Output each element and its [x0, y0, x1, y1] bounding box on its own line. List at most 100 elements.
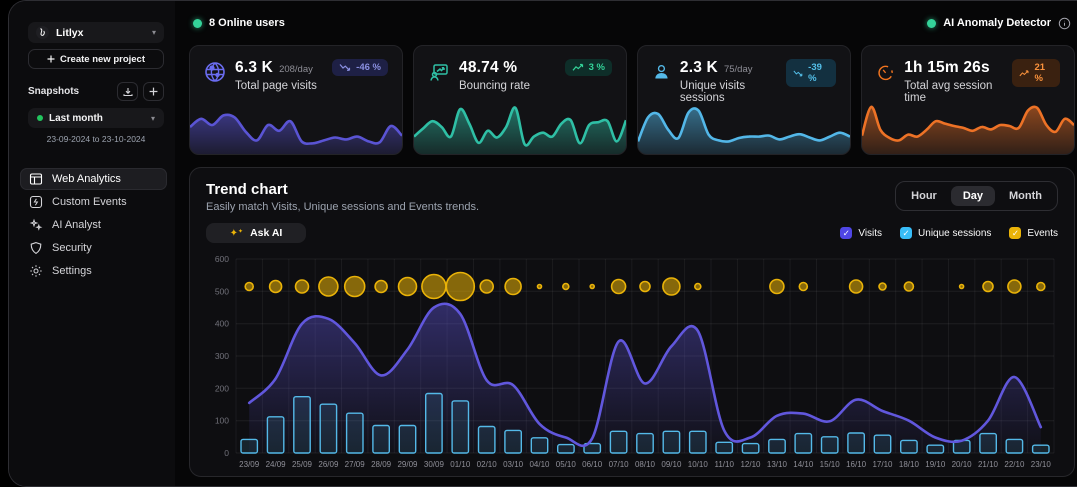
svg-text:25/09: 25/09 [292, 460, 313, 469]
svg-text:23/10: 23/10 [1031, 460, 1052, 469]
svg-text:28/09: 28/09 [371, 460, 392, 469]
plus-icon [149, 87, 158, 96]
app-window: Litlyx ▾ Create new project Snapshots La… [8, 0, 1077, 487]
trend-badge: -46 % [332, 59, 388, 76]
legend-label: Events [1027, 228, 1058, 239]
stat-card-unique-visits[interactable]: 2.3 K 75/day Unique visits sessions -39 … [637, 45, 851, 155]
svg-text:19/10: 19/10 [925, 460, 946, 469]
snapshots-label: Snapshots [28, 86, 117, 97]
svg-text:06/10: 06/10 [582, 460, 603, 469]
sidebar-item-settings[interactable]: Settings [20, 260, 167, 282]
trend-badge-value: 3 % [589, 62, 605, 73]
svg-text:12/10: 12/10 [740, 460, 761, 469]
svg-text:15/10: 15/10 [820, 460, 841, 469]
trend-chart-panel: Trend chart Easily match Visits, Unique … [189, 167, 1075, 477]
project-name: Litlyx [56, 27, 145, 39]
status-dot [37, 115, 43, 121]
snapshot-period-select[interactable]: Last month ▾ [28, 108, 164, 128]
litlyx-logo-icon [36, 26, 49, 39]
online-status-dot [193, 19, 202, 28]
sparkline [190, 98, 402, 154]
svg-text:200: 200 [215, 383, 229, 393]
create-project-label: Create new project [60, 54, 145, 65]
stat-label: Total page visits [235, 80, 317, 92]
stat-per-day: 208/day [279, 64, 313, 75]
svg-text:05/10: 05/10 [556, 460, 577, 469]
legend-events[interactable]: ✓ Events [1009, 227, 1058, 239]
sparkles-icon: ✦✦ [230, 228, 243, 239]
dashboard-icon [29, 172, 43, 186]
stat-per-day: 75/day [724, 64, 753, 75]
legend-visits[interactable]: ✓ Visits [840, 227, 882, 239]
svg-text:02/10: 02/10 [477, 460, 498, 469]
stat-cards-row: 6.3 K 208/day Total page visits -46 % [189, 45, 1075, 155]
chart-legend: ✓ Visits ✓ Unique sessions ✓ Events [840, 227, 1058, 239]
svg-text:10/10: 10/10 [688, 460, 709, 469]
stat-value: 2.3 K [680, 59, 718, 77]
plus-icon [47, 55, 55, 63]
trend-chart-canvas: 010020030040050060023/0924/0925/0926/092… [206, 251, 1058, 483]
svg-text:21/10: 21/10 [978, 460, 999, 469]
stat-card-avg-session-time[interactable]: 1h 15m 26s Total avg session time 21 % [861, 45, 1075, 155]
svg-text:08/10: 08/10 [635, 460, 656, 469]
svg-text:600: 600 [215, 254, 229, 264]
svg-text:18/10: 18/10 [899, 460, 920, 469]
sidebar-item-label: AI Analyst [52, 219, 101, 231]
project-selector[interactable]: Litlyx ▾ [28, 22, 164, 43]
trend-badge: 21 % [1012, 59, 1060, 87]
stat-card-bouncing-rate[interactable]: 48.74 % Bouncing rate 3 % [413, 45, 627, 155]
svg-text:17/10: 17/10 [872, 460, 893, 469]
chevron-down-icon: ▾ [151, 114, 155, 123]
online-users-label: 8 Online users [209, 17, 285, 29]
trend-up-icon [1019, 69, 1029, 78]
sidebar-item-ai-analyst[interactable]: AI Analyst [20, 214, 167, 236]
stat-label: Bouncing rate [459, 80, 530, 92]
globe-icon [204, 61, 226, 83]
checkbox-checked-icon[interactable]: ✓ [900, 227, 912, 239]
add-snapshot-button[interactable] [143, 82, 164, 101]
legend-unique-sessions[interactable]: ✓ Unique sessions [900, 227, 991, 239]
ask-ai-button[interactable]: ✦✦ Ask AI [206, 223, 306, 243]
svg-text:100: 100 [215, 416, 229, 426]
svg-text:22/10: 22/10 [1004, 460, 1025, 469]
sidebar-item-security[interactable]: Security [20, 237, 167, 259]
export-snapshot-button[interactable] [117, 82, 138, 101]
sidebar-item-custom-events[interactable]: Custom Events [20, 191, 167, 213]
svg-text:400: 400 [215, 319, 229, 329]
tab-day[interactable]: Day [951, 186, 995, 206]
trend-badge-value: 21 % [1034, 62, 1053, 84]
snapshot-period-value: Last month [49, 113, 145, 124]
svg-text:14/10: 14/10 [793, 460, 814, 469]
anomaly-detector-label: AI Anomaly Detector [943, 17, 1051, 29]
sidebar: Litlyx ▾ Create new project Snapshots La… [9, 1, 175, 486]
checkbox-checked-icon[interactable]: ✓ [1009, 227, 1021, 239]
gear-icon [29, 264, 43, 278]
trend-chart: 010020030040050060023/0924/0925/0926/092… [206, 251, 1058, 483]
interval-tabs: Hour Day Month [895, 181, 1058, 211]
main-content: 8 Online users AI Anomaly Detector 6.3 K… [175, 1, 1077, 486]
topbar: 8 Online users AI Anomaly Detector [189, 1, 1075, 45]
ask-ai-label: Ask AI [250, 227, 282, 239]
tab-month[interactable]: Month [997, 186, 1054, 206]
checkbox-checked-icon[interactable]: ✓ [840, 227, 852, 239]
ai-anomaly-detector[interactable]: AI Anomaly Detector [927, 17, 1071, 30]
info-icon[interactable] [1058, 17, 1071, 30]
event-bolt-icon [29, 195, 43, 209]
trend-badge-value: -46 % [356, 62, 381, 73]
tab-hour[interactable]: Hour [899, 186, 949, 206]
svg-text:26/09: 26/09 [318, 460, 339, 469]
online-users: 8 Online users [193, 17, 285, 29]
svg-text:07/10: 07/10 [609, 460, 630, 469]
sidebar-item-web-analytics[interactable]: Web Analytics [20, 168, 167, 190]
sidebar-item-label: Web Analytics [52, 173, 121, 185]
legend-label: Unique sessions [918, 228, 991, 239]
legend-label: Visits [858, 228, 882, 239]
sparkline [414, 98, 626, 154]
svg-text:20/10: 20/10 [952, 460, 973, 469]
svg-text:29/09: 29/09 [397, 460, 418, 469]
svg-text:23/09: 23/09 [239, 460, 260, 469]
svg-text:300: 300 [215, 351, 229, 361]
create-project-button[interactable]: Create new project [28, 49, 164, 69]
bounce-presentation-icon [428, 61, 450, 83]
stat-card-total-page-visits[interactable]: 6.3 K 208/day Total page visits -46 % [189, 45, 403, 155]
